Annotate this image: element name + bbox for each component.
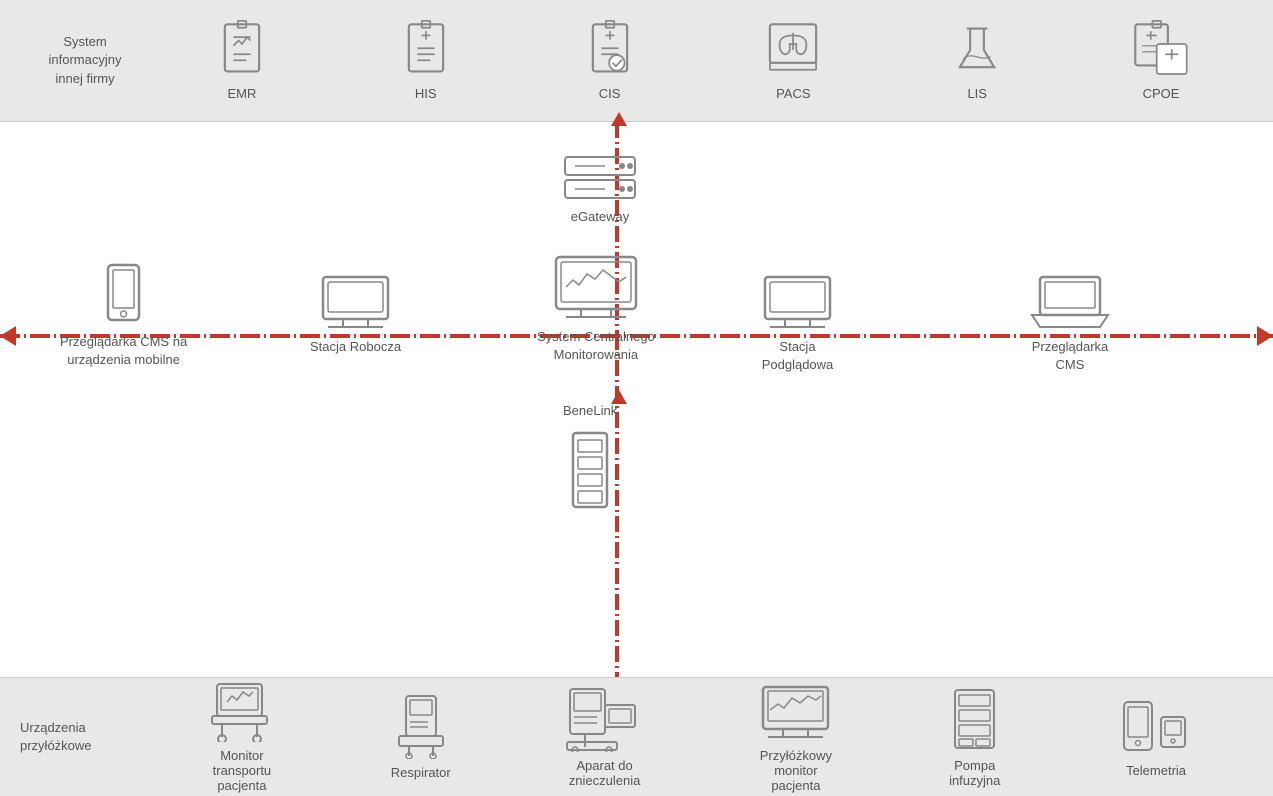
emr-icon-item: EMR xyxy=(212,20,272,101)
telemetria-label: Telemetria xyxy=(1126,763,1186,778)
benelink-label: BeneLink xyxy=(563,402,617,420)
bottom-system-info: Urządzeniaprzyłóżkowe xyxy=(20,719,150,755)
arrow-up-top xyxy=(611,112,627,126)
his-label: HIS xyxy=(415,86,437,101)
respirator-item: Respirator xyxy=(391,694,451,780)
lis-icon xyxy=(947,20,1007,80)
respirator-label: Respirator xyxy=(391,765,451,780)
przeg-mob-icon xyxy=(101,262,146,327)
stacja-rob-label: Stacja Robocza xyxy=(310,338,401,356)
cpoe-icon-item: CPOE xyxy=(1131,20,1191,101)
pompa-label: Pompainfuzyjna xyxy=(949,758,1000,788)
aparat-label: Aparat doznieczulenia xyxy=(569,758,641,788)
monitor-pacjenta-item: Przyłóżkowymonitorpacjenta xyxy=(758,682,833,793)
lis-label: LIS xyxy=(967,86,987,101)
cpoe-icon xyxy=(1131,20,1191,80)
egateway-label: eGateway xyxy=(571,208,630,226)
benelink-icon xyxy=(565,430,615,510)
monitor-pacjenta-label: Przyłóżkowymonitorpacjenta xyxy=(760,748,832,793)
przeg-mob-label: Przeglądarka CMS naurządzenia mobilne xyxy=(60,333,187,369)
stacja-rob-icon xyxy=(318,272,393,332)
cis-icon-item: CIS xyxy=(580,20,640,101)
middle-section: eGateway System CentralnegoMonitorowania… xyxy=(0,122,1273,677)
respirator-icon xyxy=(391,694,451,759)
przeg-cms-icon xyxy=(1030,272,1110,332)
egateway-device: eGateway xyxy=(560,152,640,226)
emr-label: EMR xyxy=(227,86,256,101)
stacja-pod-label: StacjaPodglądowa xyxy=(762,338,834,374)
przeg-cms-label: PrzeglądarkaCMS xyxy=(1032,338,1109,374)
pacs-icon xyxy=(763,20,823,80)
benelink-device: BeneLink xyxy=(563,402,617,510)
przegladarka-cms-device: PrzeglądarkaCMS xyxy=(1030,272,1110,374)
pompa-item: Pompainfuzyjna xyxy=(947,687,1002,788)
monitor-transport-icon xyxy=(207,682,277,742)
stacja-podgladowa-device: StacjaPodglądowa xyxy=(760,272,835,374)
telemetria-icon xyxy=(1116,697,1196,757)
bottom-icons-container: Monitortransportupacjenta Respirator xyxy=(150,682,1253,793)
stacja-robocza-device: Stacja Robocza xyxy=(310,272,401,356)
emr-icon xyxy=(212,20,272,80)
cis-icon xyxy=(580,20,640,80)
top-icons-container: EMR HIS xyxy=(150,20,1253,101)
cpoe-label: CPOE xyxy=(1143,86,1180,101)
central-icon xyxy=(551,252,641,322)
monitor-transport-label: Monitortransportupacjenta xyxy=(213,748,272,793)
stacja-pod-icon xyxy=(760,272,835,332)
pompa-icon xyxy=(947,687,1002,752)
system-info-label: Systeminformacyjnyinnej firmy xyxy=(20,33,150,88)
his-icon-item: HIS xyxy=(396,20,456,101)
monitor-pacjenta-icon xyxy=(758,682,833,742)
arrow-right xyxy=(1257,326,1273,346)
central-label: System CentralnegoMonitorowania xyxy=(537,328,655,364)
aparat-item: Aparat doznieczulenia xyxy=(565,687,645,788)
egateway-icon xyxy=(560,152,640,202)
pacs-label: PACS xyxy=(776,86,810,101)
aparat-icon xyxy=(565,687,645,752)
bottom-section: Urządzeniaprzyłóżkowe Monitortransportup… xyxy=(0,677,1273,796)
przegladarka-mobilna-device: Przeglądarka CMS naurządzenia mobilne xyxy=(60,262,187,369)
arrow-left xyxy=(0,326,16,346)
lis-icon-item: LIS xyxy=(947,20,1007,101)
his-icon xyxy=(396,20,456,80)
telemetria-item: Telemetria xyxy=(1116,697,1196,778)
central-monitoring-device: System CentralnegoMonitorowania xyxy=(537,252,655,364)
monitor-transport-item: Monitortransportupacjenta xyxy=(207,682,277,793)
pacs-icon-item: PACS xyxy=(763,20,823,101)
top-section: Systeminformacyjnyinnej firmy EMR xyxy=(0,0,1273,122)
cis-label: CIS xyxy=(599,86,621,101)
